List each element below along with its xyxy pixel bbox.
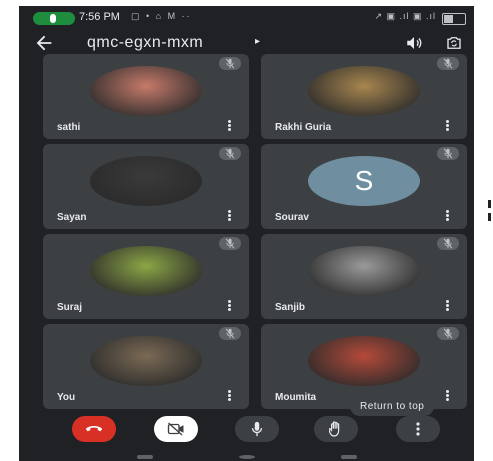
participant-tile[interactable]: S Sourav — [261, 144, 467, 229]
more-vert-icon — [416, 422, 420, 436]
participant-avatar — [90, 336, 202, 386]
more-vert-icon[interactable] — [228, 390, 231, 401]
camera-off-button[interactable] — [154, 416, 198, 442]
participant-tile[interactable]: Suraj — [43, 234, 249, 319]
phone-hangup-icon — [85, 426, 103, 432]
participant-avatar — [90, 156, 202, 206]
participant-name: Suraj — [57, 302, 83, 313]
participant-name: Moumita — [275, 392, 317, 403]
mic-off-icon — [219, 57, 241, 70]
participant-avatar — [308, 336, 420, 386]
participant-name: Sourav — [275, 212, 309, 223]
more-vert-icon[interactable] — [228, 120, 231, 131]
participant-name: Rakhi Guria — [275, 122, 332, 133]
participant-avatar: S — [308, 156, 420, 206]
nav-recents-button[interactable] — [137, 455, 153, 459]
system-nav-bar — [19, 452, 474, 461]
mic-icon — [50, 14, 56, 23]
speaker-icon[interactable] — [404, 34, 424, 52]
end-call-button[interactable] — [72, 416, 116, 442]
participant-tile[interactable]: Sayan — [43, 144, 249, 229]
switch-camera-icon[interactable] — [443, 34, 465, 52]
status-bar: 7:56 PM ▢ • ⌂ M ·· ↗ ▣ .ıl ▣ .ıl — [19, 6, 474, 30]
raise-hand-button[interactable] — [314, 416, 358, 442]
participant-avatar — [308, 66, 420, 116]
participant-avatar — [90, 66, 202, 116]
mic-off-icon — [437, 237, 459, 250]
mic-off-icon — [437, 147, 459, 160]
meeting-code[interactable]: qmc-egxn-mxm — [87, 34, 203, 52]
mic-icon — [251, 421, 263, 437]
mic-off-icon — [219, 237, 241, 250]
meet-call-screen: 7:56 PM ▢ • ⌂ M ·· ↗ ▣ .ıl ▣ .ıl qmc-egx… — [19, 6, 474, 461]
mic-off-icon — [437, 57, 459, 70]
more-vert-icon[interactable] — [228, 210, 231, 221]
participant-name: sathi — [57, 122, 81, 133]
mic-off-icon — [219, 327, 241, 340]
participant-avatar — [90, 246, 202, 296]
participant-tile[interactable]: sathi — [43, 54, 249, 139]
more-vert-icon[interactable] — [446, 390, 449, 401]
ongoing-call-indicator[interactable] — [33, 12, 75, 25]
more-vert-icon[interactable] — [446, 120, 449, 131]
chevron-right-icon[interactable]: ▸ — [255, 36, 260, 47]
nav-back-button[interactable] — [341, 455, 357, 459]
participant-avatar — [308, 246, 420, 296]
more-vert-icon[interactable] — [446, 210, 449, 221]
more-vert-icon[interactable] — [446, 300, 449, 311]
participant-name: Sayan — [57, 212, 87, 223]
participant-tile[interactable]: You — [43, 324, 249, 409]
battery-icon — [442, 13, 466, 25]
back-arrow-icon[interactable] — [33, 32, 55, 54]
call-controls — [19, 408, 474, 448]
notification-icons: ▢ • ⌂ M ·· — [131, 11, 192, 21]
more-options-button[interactable] — [396, 416, 440, 442]
mic-button[interactable] — [235, 416, 279, 442]
participant-name: Sanjib — [275, 302, 306, 313]
participant-tile[interactable]: Rakhi Guria — [261, 54, 467, 139]
nav-home-button[interactable] — [239, 455, 255, 459]
participant-name: You — [57, 392, 76, 403]
hand-icon — [329, 421, 340, 437]
mic-off-icon — [437, 327, 459, 340]
more-vert-icon[interactable] — [228, 300, 231, 311]
status-time: 7:56 PM — [79, 11, 120, 23]
avatar-initial: S — [354, 165, 374, 196]
scrollbar-edge — [488, 200, 493, 240]
mic-off-icon — [219, 147, 241, 160]
signal-icons: ↗ ▣ .ıl ▣ .ıl — [374, 11, 436, 21]
participant-tile[interactable]: Sanjib — [261, 234, 467, 319]
camera-off-icon — [167, 422, 184, 436]
